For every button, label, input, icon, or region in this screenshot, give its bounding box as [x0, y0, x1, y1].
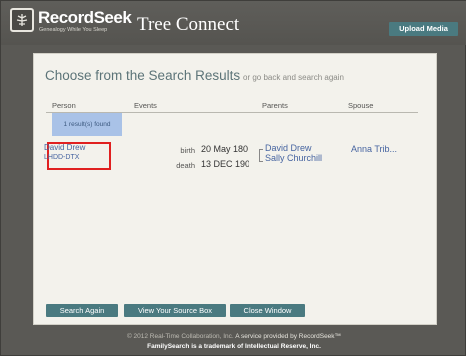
- copyright-text: © 2012 Real-Time Collaboration, Inc.: [126, 333, 234, 340]
- page-title: Choose from the Search Results: [45, 68, 241, 83]
- upload-media-button[interactable]: Upload Media: [389, 22, 458, 36]
- column-header-spouse: Spouse: [348, 101, 374, 110]
- page-subtitle: or go back and search again: [243, 73, 344, 82]
- tree-logo-icon: [10, 8, 34, 32]
- death-label: death: [176, 161, 195, 170]
- brand-tagline: Genealogy While You Sleep: [39, 27, 108, 33]
- column-header-person: Person: [52, 101, 76, 110]
- search-again-button[interactable]: Search Again: [46, 304, 118, 317]
- close-window-button[interactable]: Close Window: [230, 304, 305, 317]
- death-date: 13 DEC 190: [201, 159, 249, 169]
- person-id-link[interactable]: LHDD-DTX: [44, 154, 79, 161]
- column-header-parents: Parents: [262, 101, 288, 110]
- mother-link[interactable]: Sally Churchill: [265, 153, 322, 163]
- app-header: RecordSeek Genealogy While You Sleep Tre…: [1, 1, 466, 45]
- service-text[interactable]: A service provided by RecordSeek™: [235, 333, 341, 340]
- person-name-link[interactable]: David Drew: [44, 143, 85, 152]
- brand-name: RecordSeek: [38, 8, 132, 27]
- view-source-box-button[interactable]: View Your Source Box: [124, 304, 226, 317]
- app-title: Tree Connect: [137, 14, 240, 35]
- trademark-text: FamilySearch is a trademark of Intellect…: [147, 343, 321, 350]
- page-footer: © 2012 Real-Time Collaboration, Inc. A s…: [1, 332, 466, 352]
- father-link[interactable]: David Drew: [265, 143, 312, 153]
- results-count-badge: 1 result(s) found: [52, 113, 122, 136]
- parents-bracket: [259, 149, 263, 162]
- spouse-link[interactable]: Anna Trib...: [351, 144, 397, 154]
- recordseek-logo[interactable]: RecordSeek Genealogy While You Sleep: [10, 8, 132, 36]
- search-results-panel: Choose from the Search Results or go bac…: [33, 53, 437, 325]
- birth-label: birth: [180, 146, 195, 155]
- column-header-events: Events: [134, 101, 157, 110]
- birth-date: 20 May 180: [201, 144, 249, 154]
